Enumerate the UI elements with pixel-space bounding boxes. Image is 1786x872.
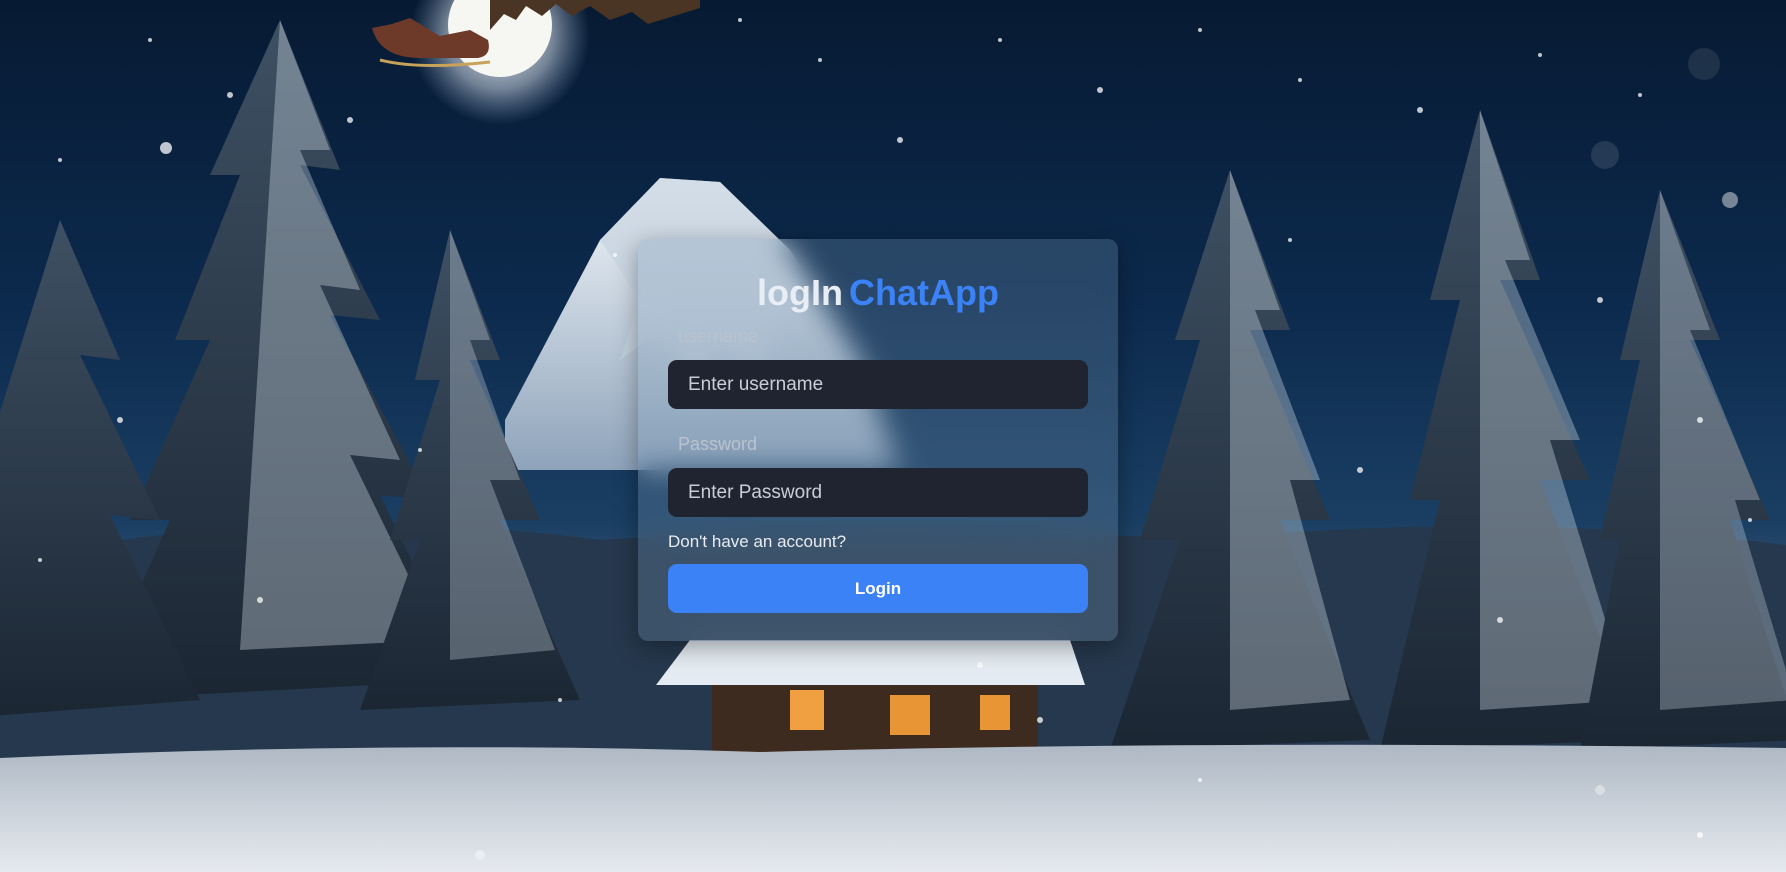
password-label: Password [678, 434, 758, 454]
login-card: logInChatApp username Password Don't hav… [638, 239, 1118, 641]
moon [410, 0, 590, 125]
cabin [656, 640, 1085, 760]
username-label: username [678, 326, 759, 346]
left-pine-trees [0, 20, 580, 716]
login-page: logInChatApp username Password Don't hav… [0, 0, 1786, 872]
app-brand-name: ChatApp [849, 272, 999, 313]
snowy-ground [0, 744, 1786, 872]
login-button[interactable]: Login [668, 564, 1088, 613]
signup-link[interactable]: Don't have an account? [668, 532, 846, 552]
right-pine-trees [1110, 110, 1786, 750]
password-input[interactable] [668, 468, 1088, 517]
title-prefix: logIn [757, 272, 843, 313]
page-title: logIn ChatApp [668, 271, 1088, 315]
username-input[interactable] [668, 360, 1088, 409]
